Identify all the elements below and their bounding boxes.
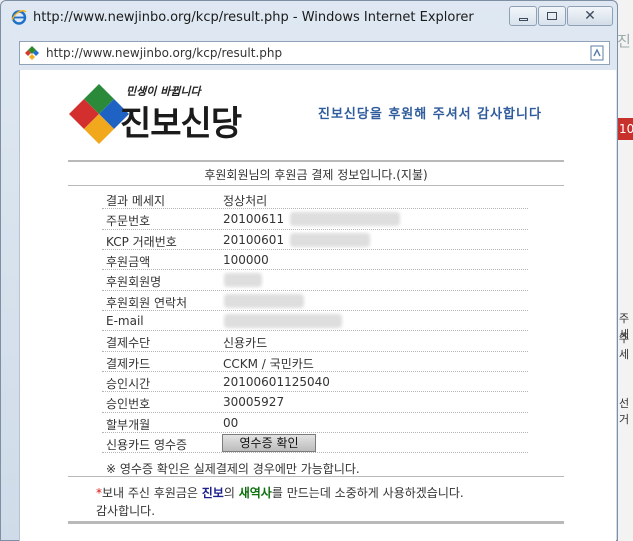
site-favicon-icon [25,46,39,60]
closing-message: *보내 주신 후원금은 진보의 새역사를 만드는데 소중하게 사용하겠습니다. [96,484,464,501]
row-approval-number: 승인번호 30005927 [102,392,528,413]
row-value: 신용카드 [223,336,268,351]
row-payment-card: 결제카드 CCKM / 국민카드 [102,352,528,373]
row-email: E-mail [102,311,528,332]
minimize-icon [518,17,528,21]
message-saeyeoksa: 새역사 [238,486,272,500]
info-title: 후원회원님의 후원금 결제 정보입니다.(지불) [204,168,428,182]
maximize-button[interactable] [538,6,566,26]
payment-info-table: 결과 메세지 정상처리 주문번호 20100611 KCP 거래번호 20100… [102,189,528,454]
logo-name: 진보신당 [120,104,242,144]
row-order-number: 주문번호 20100611 [102,209,528,230]
minimize-button[interactable] [509,6,537,26]
row-value: 00 [223,415,239,430]
row-label: 후원회원명 [106,275,162,290]
note-divider [68,476,564,477]
closing-thanks: 감사합니다. [96,504,156,518]
url-text: http://www.newjinbo.org/kcp/result.php [46,46,283,60]
address-bar[interactable]: http://www.newjinbo.org/kcp/result.php [19,41,610,65]
row-label: 결과 메세지 [106,194,166,208]
row-value: 20100611 [223,212,285,227]
row-member-contact: 후원회원 연락처 [102,291,528,312]
row-approval-time: 승인시간 20100601125040 [102,372,528,393]
row-label: 승인시간 [106,377,151,392]
background-text-2: 주세 [619,332,630,361]
row-value: 20100601 [223,232,285,247]
row-member-name: 후원회원명 [102,270,528,291]
row-amount: 후원금액 100000 [102,250,528,271]
row-kcp-transaction: KCP 거래번호 20100601 [102,230,528,251]
redacted-value [290,232,370,247]
message-jinbo: 진보 [201,486,224,500]
row-result-message: 결과 메세지 정상처리 [102,189,528,210]
row-label: 할부개월 [106,417,151,432]
row-value: 정상처리 [223,194,268,208]
row-value: CCKM / 국민카드 [223,356,314,371]
redacted-value [290,212,400,227]
row-label: 결제수단 [106,336,151,351]
row-value: 20100601125040 [223,375,330,390]
redacted-value [224,273,262,288]
ie-icon [11,10,27,25]
background-red-tab: 10 [617,118,633,140]
row-label: 승인번호 [106,397,151,412]
row-installment: 할부개월 00 [102,413,528,434]
thanks-message: 진보신당을 후원해 주셔서 감사합니다 [318,107,542,122]
row-label: KCP 거래번호 [106,234,177,249]
row-label: 결제카드 [106,356,151,371]
ie-window: http://www.newjinbo.org/kcp/result.php -… [0,0,618,541]
background-page-peek: 진 10 주세 주세 선거 [617,0,633,541]
row-label: 후원회원 연락처 [106,295,188,310]
compatibility-view-icon[interactable] [589,45,605,61]
page-content: 민생이 바뀝니다 진보신당 진보신당을 후원해 주셔서 감사합니다 후원회원님의… [19,70,616,541]
redacted-value [224,314,342,329]
row-label: 신용카드 영수증 [106,438,188,453]
background-text-3: 선거 [619,397,630,426]
maximize-icon [547,12,557,20]
receipt-note: ※ 영수증 확인은 실제결제의 경우에만 가능합니다. [106,462,360,476]
row-card-receipt: 신용카드 영수증 영수증 확인 [102,433,528,454]
background-fade-text: 진 [617,32,631,50]
bottom-divider [68,521,564,524]
message-part-3: 를 만드는데 소중하게 사용하겠습니다. [271,486,464,500]
message-part-2: 의 [223,486,239,500]
row-value: 30005927 [223,395,285,410]
row-payment-method: 결제수단 신용카드 [102,331,528,352]
window-title: http://www.newjinbo.org/kcp/result.php -… [33,10,474,25]
top-divider [68,160,564,162]
row-label: E-mail [106,314,144,329]
close-button[interactable]: ✕ [567,6,613,26]
redacted-value [224,293,304,308]
message-part-1: 보내 주신 후원금은 [102,486,202,500]
title-divider [68,185,564,186]
row-label: 주문번호 [106,214,151,229]
close-icon: ✕ [584,8,596,24]
title-bar[interactable]: http://www.newjinbo.org/kcp/result.php -… [1,1,617,33]
row-label: 후원금액 [106,255,151,270]
receipt-check-button[interactable]: 영수증 확인 [222,434,316,453]
row-value: 100000 [223,253,269,268]
